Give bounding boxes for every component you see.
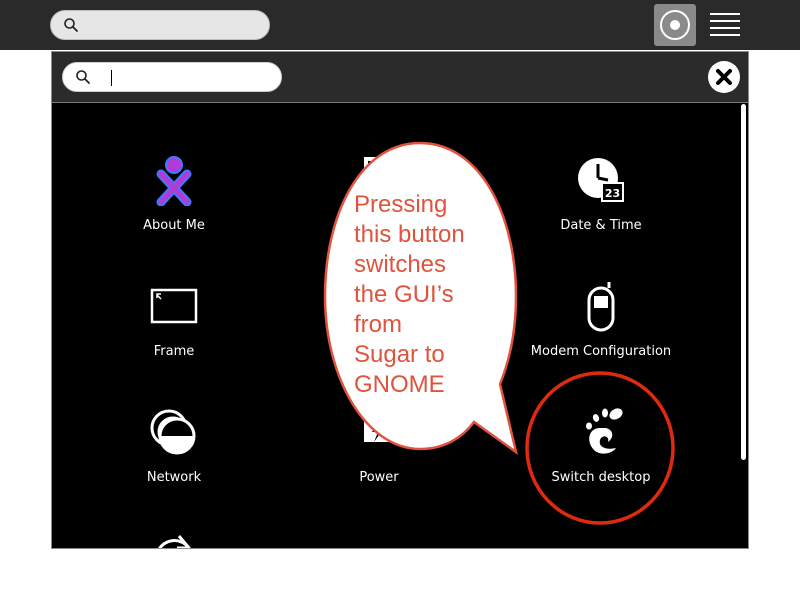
item-label: Power — [359, 470, 399, 485]
calendar-badge: 23 — [605, 187, 620, 200]
panel-search-field[interactable] — [62, 62, 282, 92]
callout-text: Pressing this button switches the GUI’s … — [354, 190, 514, 400]
callout-line: the GUI’s — [354, 281, 454, 308]
item-label: Network — [146, 470, 202, 485]
item-label: Switch desktop — [551, 470, 651, 485]
item-label: Frame — [153, 344, 195, 359]
partial-item-icon — [149, 534, 199, 548]
callout-line: switches — [354, 251, 447, 278]
callout-line: from — [354, 311, 402, 338]
search-icon — [75, 69, 91, 89]
network-icon — [149, 408, 199, 458]
view-toggle-button[interactable] — [654, 4, 696, 46]
callout-line: Pressing — [354, 191, 448, 218]
item-label: Date & Time — [560, 218, 642, 233]
search-icon — [63, 17, 79, 37]
callout-line: Sugar to — [354, 341, 445, 368]
top-search-field[interactable] — [50, 10, 270, 40]
top-bar — [0, 0, 800, 50]
circle-view-dot — [670, 20, 680, 30]
panel-scrollbar[interactable] — [741, 104, 746, 460]
callout-line: this button — [354, 221, 465, 248]
text-cursor — [111, 70, 112, 86]
callout-line: GNOME — [354, 371, 445, 398]
panel-toolbar — [52, 52, 748, 103]
close-icon — [716, 69, 732, 85]
xo-person-icon — [149, 156, 199, 207]
close-button[interactable] — [708, 61, 740, 93]
power-icon — [354, 408, 404, 458]
hamburger-menu-icon[interactable] — [710, 12, 740, 38]
clock-icon: 23 — [576, 156, 626, 206]
gnome-foot-icon — [576, 408, 626, 458]
frame-icon — [149, 282, 199, 332]
panel-search-input[interactable] — [97, 68, 271, 88]
modem-icon — [576, 282, 626, 332]
item-label: Modem Configuration — [530, 344, 672, 359]
